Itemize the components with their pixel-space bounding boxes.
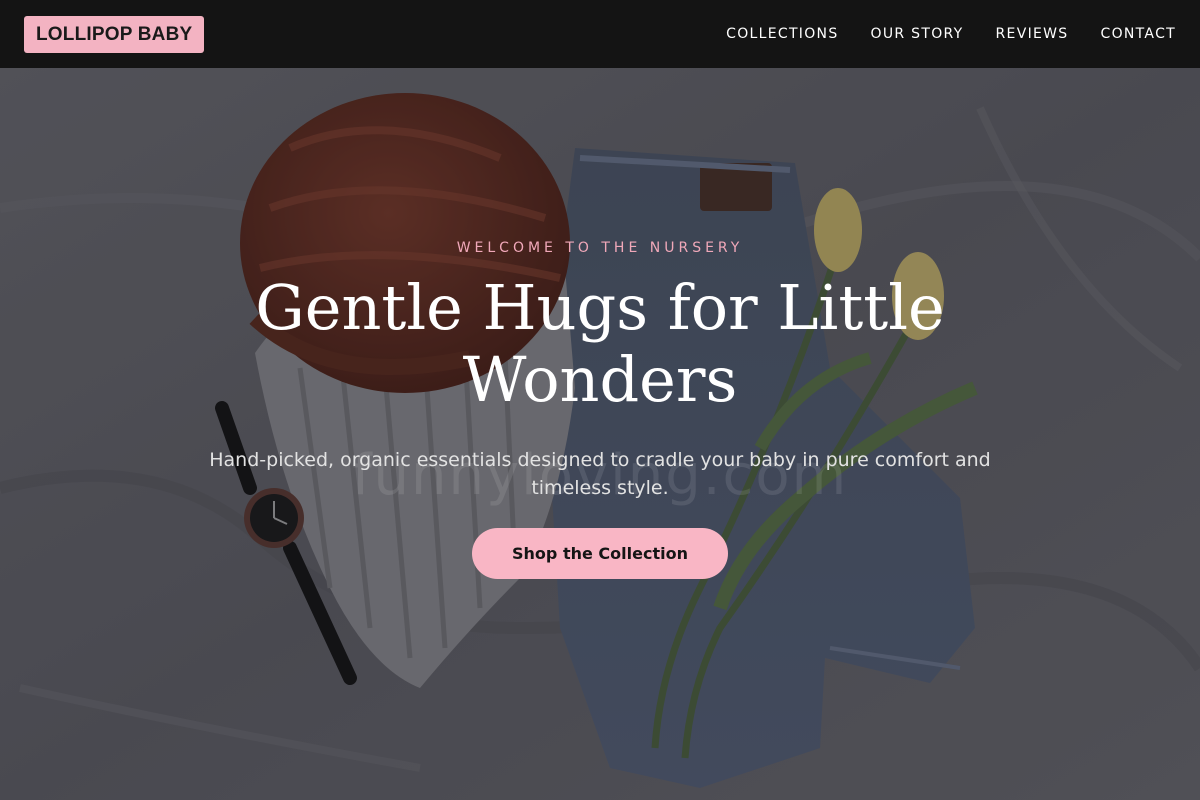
hero-subtext: Hand-picked, organic essentials designed…	[209, 449, 991, 499]
nav-link-reviews[interactable]: REVIEWS	[996, 26, 1069, 42]
nav-link-our-story[interactable]: OUR STORY	[871, 26, 964, 42]
brand-logo[interactable]: LOLLIPOP BABY	[24, 15, 205, 53]
site-header: LOLLIPOP BABY COLLECTIONS OUR STORY REVI…	[0, 0, 1200, 68]
nav-link-contact[interactable]: CONTACT	[1101, 26, 1177, 42]
shop-collection-button[interactable]: Shop the Collection	[472, 528, 728, 579]
main-nav: COLLECTIONS OUR STORY REVIEWS CONTACT	[694, 26, 1176, 42]
hero-content: WELCOME TO THE NURSERY Gentle Hugs for L…	[150, 240, 1050, 579]
hero-section: funnyloving.com WELCOME TO THE NURSERY G…	[0, 68, 1200, 800]
hero-eyebrow: WELCOME TO THE NURSERY	[456, 240, 744, 256]
nav-link-collections[interactable]: COLLECTIONS	[726, 26, 838, 42]
hero-headline: Gentle Hugs for Little Wonders	[255, 271, 945, 416]
